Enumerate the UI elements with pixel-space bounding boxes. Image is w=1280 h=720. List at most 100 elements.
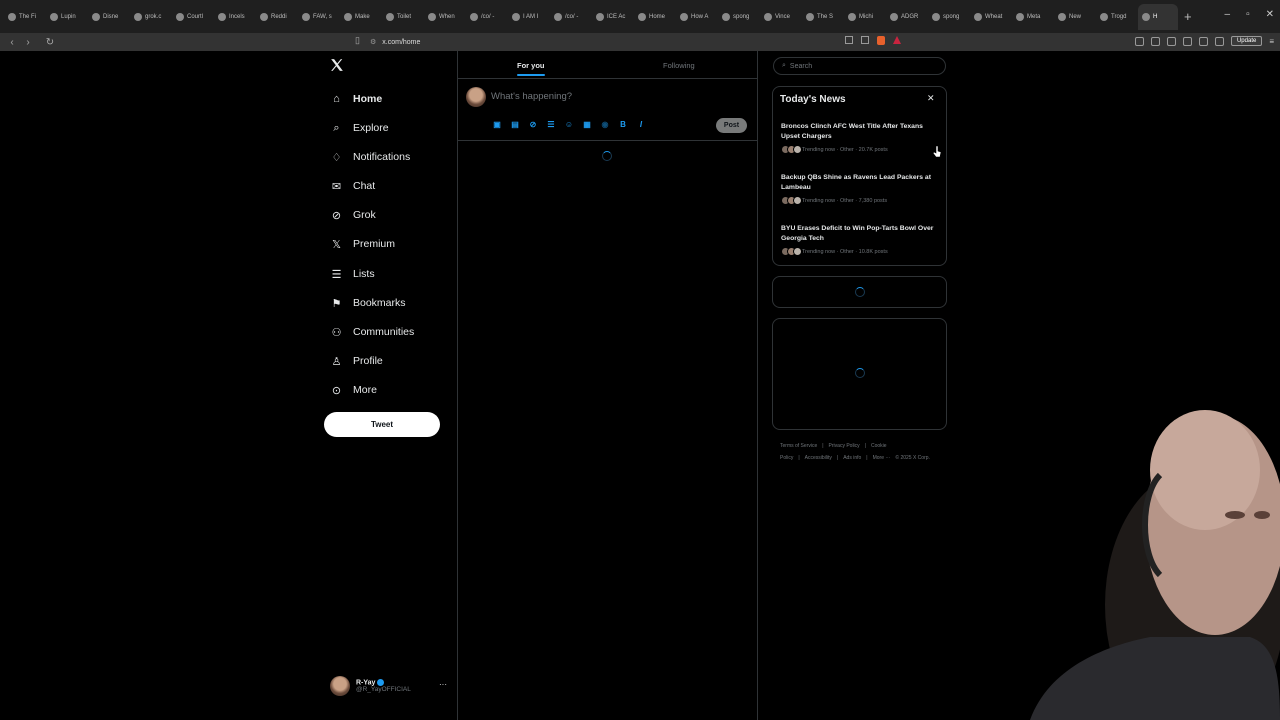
browser-tab[interactable]: spong <box>718 4 760 30</box>
browser-tab[interactable]: Incels <box>214 4 256 30</box>
browser-tab[interactable]: H <box>1138 3 1178 30</box>
browser-tab[interactable]: Home <box>634 4 676 30</box>
compose-input[interactable]: What's happening? <box>491 91 572 102</box>
search-icon: ⌕ <box>782 62 786 69</box>
news-item[interactable]: Backup QBs Shine as Ravens Lead Packers … <box>781 173 941 205</box>
news-item[interactable]: Broncos Clinch AFC West Title After Texa… <box>781 122 941 154</box>
forward-icon[interactable]: › <box>20 37 36 48</box>
account-more-icon[interactable]: ··· <box>439 680 447 689</box>
news-item[interactable]: BYU Erases Deficit to Win Pop-Tarts Bowl… <box>781 224 941 256</box>
avatar-stack <box>781 196 802 205</box>
restore-icon[interactable]: ▫ <box>1246 9 1250 20</box>
footer-link[interactable]: © 2025 X Corp. <box>895 455 930 461</box>
compose-avatar[interactable] <box>466 87 486 107</box>
browser-tab[interactable]: Disne <box>88 4 130 30</box>
location-icon[interactable]: ◉ <box>600 119 610 129</box>
browser-tab[interactable]: When <box>424 4 466 30</box>
nav-item-more[interactable]: ⊙ More <box>330 380 377 400</box>
brave-shields-icon[interactable] <box>877 36 885 45</box>
browser-toolbar-right: Update ≡ <box>1134 36 1274 46</box>
close-icon[interactable]: ✕ <box>927 93 935 104</box>
grok-icon: ⊘ <box>331 209 342 222</box>
post-button[interactable]: Post <box>716 118 747 133</box>
browser-tab[interactable]: ADGR <box>886 4 928 30</box>
footer-link[interactable]: Ads info <box>843 455 861 461</box>
browser-tab[interactable]: New <box>1054 4 1096 30</box>
brave-rewards-icon[interactable] <box>893 36 901 44</box>
leo-icon[interactable] <box>1214 36 1224 46</box>
gif-icon[interactable]: ▤ <box>510 119 520 129</box>
tab-favicon-icon <box>50 12 58 21</box>
puzzle-icon[interactable] <box>1150 36 1160 46</box>
browser-tab[interactable]: Trogd <box>1096 4 1138 30</box>
browser-tab[interactable]: The S <box>802 4 844 30</box>
nav-item-premium[interactable]: 𝕏 Premium <box>330 234 395 254</box>
browser-tab[interactable]: spong <box>928 4 970 30</box>
back-icon[interactable]: ‹ <box>4 37 20 48</box>
x-logo-icon[interactable] <box>330 58 346 74</box>
reload-icon[interactable]: ↻ <box>42 37 58 48</box>
nav-item-bookmarks[interactable]: ⚑ Bookmarks <box>330 293 406 313</box>
nav-item-lists[interactable]: ☰ Lists <box>330 264 375 284</box>
nav-item-profile[interactable]: ♙ Profile <box>330 351 383 371</box>
vpn-icon[interactable] <box>1198 36 1208 46</box>
footer-link[interactable]: More ··· <box>873 455 891 461</box>
nav-item-explore[interactable]: ⌕ Explore <box>330 118 388 138</box>
list-icon: ☰ <box>331 268 342 281</box>
tweet-button[interactable]: Tweet <box>324 412 440 437</box>
browser-tab[interactable]: Michi <box>844 4 886 30</box>
browser-tab[interactable]: Vince <box>760 4 802 30</box>
browser-tab[interactable]: I AM I <box>508 4 550 30</box>
bookmark-page-icon[interactable]: ▯ <box>355 35 360 46</box>
sidebar-icon[interactable] <box>1166 36 1176 46</box>
wallet-icon[interactable] <box>1182 36 1192 46</box>
browser-tab[interactable]: Courtl <box>172 4 214 30</box>
tab-for-you[interactable]: For you <box>517 61 545 70</box>
emoji-icon[interactable]: ☺ <box>564 119 574 129</box>
bold-icon[interactable]: B <box>618 119 628 129</box>
compose-toolbar: ▣ ▤ ⊘ ☰ ☺ ▦ ◉ B I <box>492 119 646 129</box>
browser-tab[interactable]: Lupin <box>46 4 88 30</box>
close-window-icon[interactable]: ✕ <box>1266 9 1274 20</box>
browser-tab[interactable]: Wheat <box>970 4 1012 30</box>
footer-link[interactable]: Terms of Service <box>780 443 817 449</box>
footer-link[interactable]: Accessibility <box>805 455 832 461</box>
browser-tab[interactable]: Toilet <box>382 4 424 30</box>
nav-item-label: Home <box>353 93 383 105</box>
site-info-icon[interactable]: ⚙ <box>370 38 376 46</box>
nav-item-home[interactable]: ⌂ Home <box>330 89 382 109</box>
browser-tab[interactable]: Meta <box>1012 4 1054 30</box>
browser-tab[interactable]: /co/ - <box>550 4 592 30</box>
nav-item-communities[interactable]: ⚇ Communities <box>330 322 415 342</box>
browser-tab[interactable]: How A <box>676 4 718 30</box>
browser-tab[interactable]: ICE Ac <box>592 4 634 30</box>
account-switcher[interactable]: R-Yay @R_YayOFFICIAL <box>330 674 450 698</box>
nav-item-notifications[interactable]: ♢ Notifications <box>330 147 411 167</box>
italic-icon[interactable]: I <box>636 119 646 129</box>
footer-link[interactable]: Privacy Policy <box>829 443 860 449</box>
nav-item-label: Bookmarks <box>353 297 406 309</box>
browser-tab[interactable]: /co/ - <box>466 4 508 30</box>
nav-item-chat[interactable]: ✉ Chat <box>330 176 375 196</box>
tab-following[interactable]: Following <box>663 61 695 70</box>
menu-icon[interactable]: ≡ <box>1269 37 1274 46</box>
grok-compose-icon[interactable]: ⊘ <box>528 119 538 129</box>
browser-tab[interactable]: Make <box>340 4 382 30</box>
browser-tab[interactable]: The Fi <box>4 4 46 30</box>
tab-label: H <box>1153 13 1158 20</box>
browser-tab[interactable]: grok.c <box>130 4 172 30</box>
search-input[interactable]: ⌕ Search <box>773 57 946 75</box>
url-field[interactable]: ⚙ x.com/home <box>370 35 910 49</box>
minimize-icon[interactable]: – <box>1225 9 1231 20</box>
media-icon[interactable]: ▣ <box>492 119 502 129</box>
update-button[interactable]: Update <box>1230 36 1263 46</box>
share-icon[interactable] <box>861 36 869 44</box>
install-icon[interactable] <box>845 36 853 44</box>
poll-icon[interactable]: ☰ <box>546 119 556 129</box>
new-tab-icon[interactable]: + <box>1184 9 1192 24</box>
browser-tab[interactable]: FAW, s <box>298 4 340 30</box>
schedule-icon[interactable]: ▦ <box>582 119 592 129</box>
nav-item-grok[interactable]: ⊘ Grok <box>330 205 376 225</box>
browser-tab[interactable]: Reddi <box>256 4 298 30</box>
extension-icon[interactable] <box>1134 36 1144 46</box>
